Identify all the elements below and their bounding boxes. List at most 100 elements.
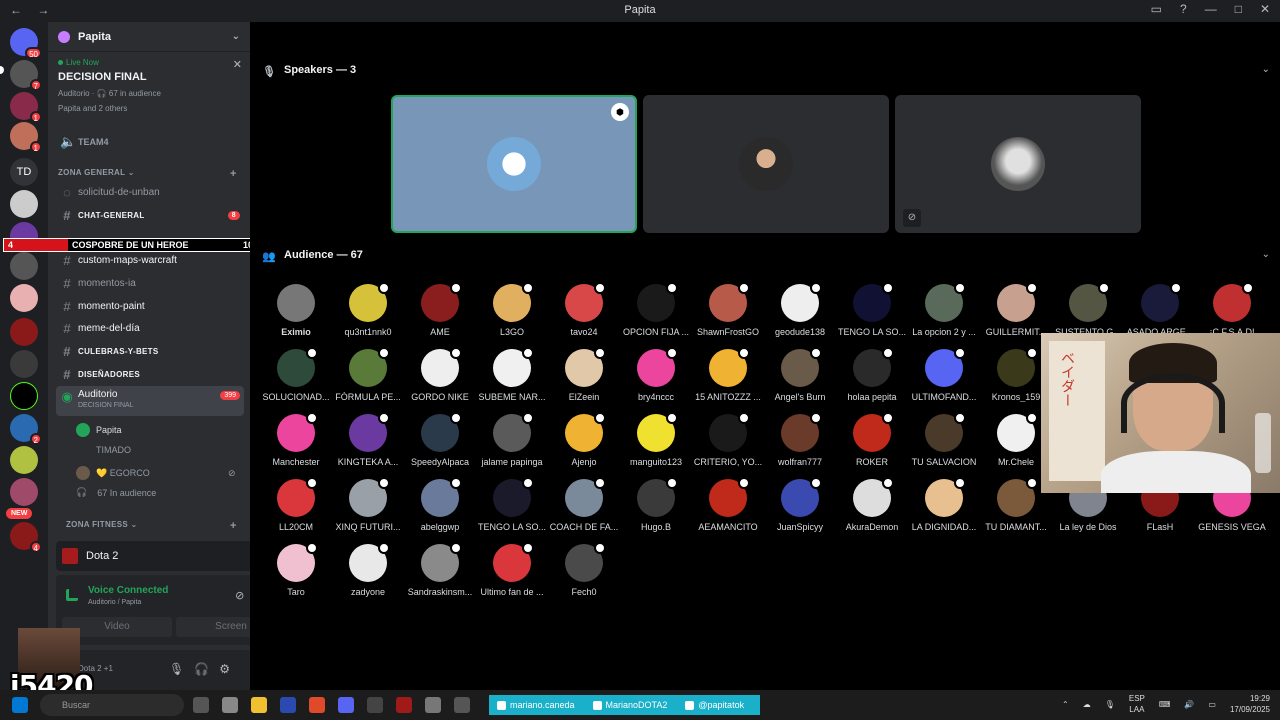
server-icon[interactable] <box>10 190 38 218</box>
server-icon[interactable]: 2 <box>10 414 42 445</box>
audience-member[interactable]: OPCION FIJA ... <box>620 282 692 337</box>
guild-header[interactable]: Papita ⌄ <box>48 22 250 52</box>
server-icon[interactable]: 1 <box>10 92 42 123</box>
audience-member[interactable]: jalame papinga <box>476 412 548 467</box>
stage-member[interactable]: 💛 EGORCO ⊘ <box>76 466 236 480</box>
home-button[interactable]: 50 <box>10 28 42 59</box>
add-channel-icon[interactable]: + <box>230 168 237 180</box>
audience-member[interactable]: JuanSpicyy <box>764 477 836 532</box>
audience-member[interactable]: LL20CM <box>260 477 332 532</box>
dota-icon[interactable] <box>396 697 412 713</box>
audience-member[interactable]: Fech0 <box>548 542 620 597</box>
discord-icon[interactable] <box>338 697 354 713</box>
stage-member[interactable]: TIMADO <box>96 445 131 455</box>
channel-item[interactable]: # CULEBRAS-Y-BETS <box>56 341 244 361</box>
audience-member[interactable]: SpeedyAlpaca <box>404 412 476 467</box>
task-view-icon[interactable] <box>193 697 209 713</box>
chevron-down-icon[interactable]: ⌄ <box>1262 249 1270 260</box>
chevron-down-icon[interactable]: ⌄ <box>1262 64 1270 75</box>
stage-member[interactable]: Papita <box>76 423 122 437</box>
audience-member[interactable]: GUILLERMIT... <box>980 282 1052 337</box>
category-zona-fitness[interactable]: ZONA FITNESS ⌄ + <box>66 520 236 532</box>
network-icon[interactable]: ⌨ <box>1159 700 1171 709</box>
audience-member[interactable]: GORDO NIKE <box>404 347 476 402</box>
server-icon[interactable] <box>10 252 38 280</box>
maximize-button[interactable]: □ <box>1235 2 1242 16</box>
server-icon[interactable] <box>10 318 38 346</box>
server-icon[interactable] <box>10 284 38 312</box>
server-icon[interactable]: 1 <box>10 122 42 153</box>
channel-item[interactable]: # DISEÑADORES <box>56 364 244 384</box>
server-icon[interactable] <box>10 478 38 506</box>
audience-member[interactable]: Ajenjo <box>548 412 620 467</box>
speakers-header[interactable]: 🎙 Speakers — 3 <box>262 64 356 78</box>
minimize-button[interactable]: — <box>1205 2 1217 16</box>
audience-member[interactable]: tavo24 <box>548 282 620 337</box>
audience-member[interactable]: ShawnFrostGO <box>692 282 764 337</box>
app-icon[interactable] <box>280 697 296 713</box>
audience-member[interactable]: XINQ FUTURI... <box>332 477 404 532</box>
audience-member[interactable]: KINGTEKA A... <box>332 412 404 467</box>
mic-icon[interactable]: 🎙 <box>1105 700 1115 709</box>
audience-member[interactable]: ROKER <box>836 412 908 467</box>
category-zona-general[interactable]: ZONA GENERAL ⌄ + <box>58 168 236 180</box>
stage-channel-auditorio[interactable]: ◉ Auditorio DECISION FINAL 399 <box>56 386 244 416</box>
audience-member[interactable]: Angel's Burn <box>764 347 836 402</box>
audience-member[interactable]: SOLUCIONAD... <box>260 347 332 402</box>
server-icon[interactable] <box>10 350 38 378</box>
audience-member[interactable]: ¡C.F.S.A.D! <box>1196 282 1268 337</box>
channel-item[interactable]: # momentos-ia <box>56 273 244 293</box>
folder-icon[interactable] <box>251 697 267 713</box>
audience-member[interactable]: Ultimo fan de ... <box>476 542 548 597</box>
channel-item[interactable]: # custom-maps-warcraft <box>56 250 244 270</box>
server-icon[interactable]: 7 <box>10 60 42 91</box>
brave-icon[interactable] <box>309 697 325 713</box>
audience-member[interactable]: TU SALVACION <box>908 412 980 467</box>
audience-member[interactable]: Sandraskinsm... <box>404 542 476 597</box>
audience-member[interactable]: ULTIMOFAND... <box>908 347 980 402</box>
audience-member[interactable]: TENGO LA SO... <box>476 477 548 532</box>
voice-channel-team4[interactable]: 🔈 TEAM4 <box>56 132 244 152</box>
channel-item[interactable]: ◌ solicitud-de-unban <box>56 182 244 202</box>
server-icon-td[interactable]: TD <box>10 158 38 186</box>
battery-icon[interactable]: ▭ <box>1208 700 1216 709</box>
audience-member[interactable]: Manchester <box>260 412 332 467</box>
audience-member[interactable]: 15 ANITOZZZ ... <box>692 347 764 402</box>
audience-member[interactable]: geodude138 <box>764 282 836 337</box>
close-icon[interactable]: ✕ <box>233 58 242 71</box>
audience-member[interactable]: SUBEME NAR... <box>476 347 548 402</box>
windows-start-icon[interactable] <box>12 697 28 713</box>
audience-member[interactable]: abelggwp <box>404 477 476 532</box>
audience-member[interactable]: Hugo.B <box>620 477 692 532</box>
inbox-icon[interactable]: ▭ <box>1151 2 1162 16</box>
audience-member[interactable]: qu3nt1nnk0 <box>332 282 404 337</box>
help-icon[interactable]: ? <box>1180 2 1187 16</box>
audience-member[interactable]: La opcion 2 y ... <box>908 282 980 337</box>
speaker-tile[interactable] <box>643 95 889 233</box>
add-channel-icon[interactable]: + <box>230 520 237 532</box>
audience-member[interactable]: ASADO ARGE... <box>1124 282 1196 337</box>
channel-item[interactable]: # meme-del-día <box>56 318 244 338</box>
audience-member[interactable]: SUSTENTO G... <box>1052 282 1124 337</box>
voice-status[interactable]: Voice Connected <box>88 585 168 596</box>
audience-member[interactable]: TENGO LA SO... <box>836 282 908 337</box>
server-icon-kick[interactable] <box>10 382 38 410</box>
obs-icon[interactable] <box>367 697 383 713</box>
volume-icon[interactable]: 🔊 <box>1184 700 1194 709</box>
app-icon[interactable] <box>454 697 470 713</box>
audience-member[interactable]: LA DIGNIDAD... <box>908 477 980 532</box>
audience-member[interactable]: Eximio <box>260 284 332 337</box>
audience-member[interactable]: ElZeein <box>548 347 620 402</box>
audience-member[interactable]: CRITERIO, YO... <box>692 412 764 467</box>
taskbar-search[interactable]: Buscar <box>40 694 184 716</box>
calculator-icon[interactable] <box>425 697 441 713</box>
live-stage-card[interactable]: Live Now DECISION FINAL Auditorio · 🎧 67… <box>48 52 250 119</box>
audience-member[interactable]: zadyone <box>332 542 404 597</box>
audience-member[interactable]: wolfran777 <box>764 412 836 467</box>
server-icon[interactable]: 4 <box>10 522 42 553</box>
app-icon[interactable] <box>222 697 238 713</box>
audience-member[interactable]: bry4nccc <box>620 347 692 402</box>
mic-icon[interactable]: 🎙 <box>169 662 194 676</box>
chevron-up-icon[interactable]: ⌃ <box>1062 700 1069 709</box>
language-indicator[interactable]: ESP LAA <box>1129 693 1145 715</box>
